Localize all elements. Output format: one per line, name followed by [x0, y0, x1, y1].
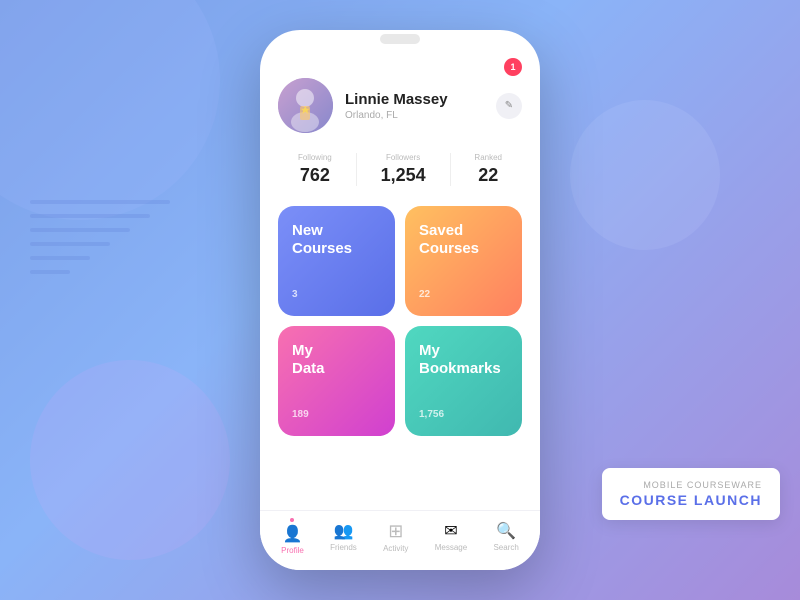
card-my-bookmarks[interactable]: MyBookmarks 1,756 [405, 326, 522, 436]
stat-following-label: Following [298, 153, 332, 162]
card-saved-courses[interactable]: SavedCourses 22 [405, 206, 522, 316]
stat-followers-label: Followers [381, 153, 426, 162]
card-new-courses-title: NewCourses [292, 222, 381, 258]
bg-decoration-circle-2 [30, 360, 230, 560]
stat-followers: Followers 1,254 [381, 153, 426, 186]
activity-nav-icon: ⊞ [388, 521, 403, 542]
phone-notch-inner [380, 34, 420, 44]
stat-ranked: Ranked 22 [474, 153, 502, 186]
stat-following: Following 762 [298, 153, 332, 186]
notification-badge[interactable]: 1 [504, 58, 522, 76]
avatar [278, 78, 333, 133]
nav-friends[interactable]: 👥 Friends [322, 517, 365, 556]
stat-divider-2 [450, 153, 451, 186]
card-my-bookmarks-count: 1,756 [419, 409, 508, 420]
phone-content: Linnie Massey Orlando, FL ✎ Following 76… [260, 58, 540, 570]
profile-location: Orlando, FL [345, 110, 496, 121]
card-my-data[interactable]: MyData 189 [278, 326, 395, 436]
label-card-title: Course Launch [620, 492, 762, 508]
card-new-courses-count: 3 [292, 289, 381, 300]
profile-section: Linnie Massey Orlando, FL ✎ [278, 78, 522, 133]
stat-following-value: 762 [298, 165, 332, 186]
label-card: Mobile Courseware Course Launch [602, 468, 780, 520]
message-nav-icon: ✉ [444, 521, 457, 541]
bottom-nav: 👤 Profile 👥 Friends ⊞ Activity ✉ Message… [260, 510, 540, 570]
nav-message-label: Message [435, 543, 467, 552]
nav-friends-label: Friends [330, 543, 357, 552]
nav-profile[interactable]: 👤 Profile [273, 514, 312, 559]
stat-divider-1 [356, 153, 357, 186]
phone-notch [360, 30, 440, 52]
stat-ranked-value: 22 [474, 165, 502, 186]
nav-search-label: Search [493, 543, 518, 552]
nav-activity[interactable]: ⊞ Activity [375, 517, 416, 557]
stat-followers-value: 1,254 [381, 165, 426, 186]
nav-activity-label: Activity [383, 544, 408, 553]
edit-icon: ✎ [505, 100, 513, 111]
edit-button[interactable]: ✎ [496, 93, 522, 119]
profile-name: Linnie Massey [345, 91, 496, 108]
search-nav-icon: 🔍 [496, 521, 516, 541]
cards-grid: NewCourses 3 SavedCourses 22 MyData 189 … [278, 206, 522, 436]
card-my-data-title: MyData [292, 342, 381, 378]
stats-section: Following 762 Followers 1,254 Ranked 22 [278, 153, 522, 186]
profile-nav-icon: 👤 [283, 524, 303, 544]
nav-active-dot [290, 518, 294, 522]
phone-frame: 1 [260, 30, 540, 570]
bg-decoration-circle-3 [570, 100, 720, 250]
bg-decoration-circle-1 [0, 0, 220, 220]
bg-decoration-lines [30, 200, 190, 320]
profile-info: Linnie Massey Orlando, FL [345, 91, 496, 121]
stat-ranked-label: Ranked [474, 153, 502, 162]
friends-nav-icon: 👥 [333, 521, 353, 541]
card-saved-courses-count: 22 [419, 289, 508, 300]
card-new-courses[interactable]: NewCourses 3 [278, 206, 395, 316]
nav-message[interactable]: ✉ Message [427, 517, 475, 556]
nav-profile-label: Profile [281, 546, 304, 555]
card-saved-courses-title: SavedCourses [419, 222, 508, 258]
card-my-bookmarks-title: MyBookmarks [419, 342, 508, 378]
nav-search[interactable]: 🔍 Search [485, 517, 526, 556]
card-my-data-count: 189 [292, 409, 381, 420]
label-card-subtitle: Mobile Courseware [620, 480, 762, 490]
